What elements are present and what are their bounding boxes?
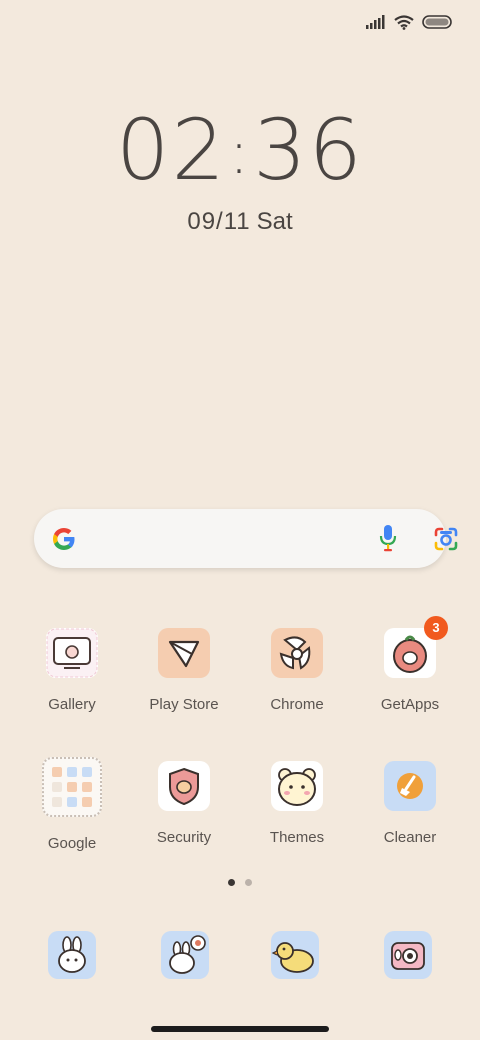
- date-day: 09/11: [187, 208, 251, 235]
- app-chrome[interactable]: Chrome: [241, 628, 353, 713]
- page-dot: [245, 879, 252, 886]
- wifi-icon: [394, 14, 414, 30]
- app-label: GetApps: [380, 696, 440, 713]
- app-play-store[interactable]: Play Store: [128, 628, 240, 713]
- battery-icon: [422, 15, 452, 29]
- status-bar: [366, 12, 452, 32]
- chrome-icon: [271, 628, 323, 678]
- app-label: Cleaner: [383, 829, 437, 846]
- clock-hours: 02: [116, 101, 227, 199]
- page-dot-active: [228, 879, 235, 886]
- app-label: Chrome: [270, 696, 324, 713]
- app-label: Themes: [269, 829, 325, 846]
- app-label: Gallery: [48, 696, 96, 713]
- home-gesture-bar[interactable]: [151, 1026, 329, 1032]
- play-store-icon: [158, 628, 210, 678]
- google-logo-icon: [53, 528, 75, 550]
- app-google-folder[interactable]: Google: [16, 757, 128, 852]
- dock-bunny-message-icon[interactable]: [161, 931, 209, 979]
- google-lens-icon[interactable]: [432, 525, 460, 553]
- app-cleaner[interactable]: Cleaner: [354, 761, 466, 846]
- notification-badge: 3: [424, 616, 448, 640]
- cleaner-icon: [384, 761, 436, 811]
- clock-separator: :: [228, 118, 252, 188]
- themes-icon: [271, 761, 323, 811]
- app-gallery[interactable]: Gallery: [16, 628, 128, 713]
- clock-date: 09/11 Sat: [0, 208, 480, 236]
- date-weekday: Sat: [256, 208, 293, 235]
- clock-time: 02:36: [0, 108, 480, 192]
- security-icon: [158, 761, 210, 811]
- page-indicator[interactable]: [228, 879, 252, 886]
- signal-icon: [366, 15, 385, 29]
- clock-minutes: 36: [253, 101, 364, 199]
- getapps-icon: 3: [384, 616, 448, 678]
- app-label: Security: [156, 829, 212, 846]
- app-getapps[interactable]: 3 GetApps: [354, 616, 466, 713]
- clock-widget[interactable]: 02:36 09/11 Sat: [0, 108, 480, 236]
- microphone-icon[interactable]: [378, 523, 398, 553]
- app-label: Google: [47, 835, 97, 852]
- dock-bunny-icon[interactable]: [48, 931, 96, 979]
- gallery-icon: [46, 628, 98, 678]
- app-label: Play Store: [149, 696, 219, 713]
- google-folder-icon: [42, 757, 102, 817]
- google-search-bar[interactable]: [34, 509, 458, 568]
- dock-duck-icon[interactable]: [271, 931, 319, 979]
- dock-camera-icon[interactable]: [384, 931, 432, 979]
- app-security[interactable]: Security: [128, 761, 240, 846]
- app-themes[interactable]: Themes: [241, 761, 353, 846]
